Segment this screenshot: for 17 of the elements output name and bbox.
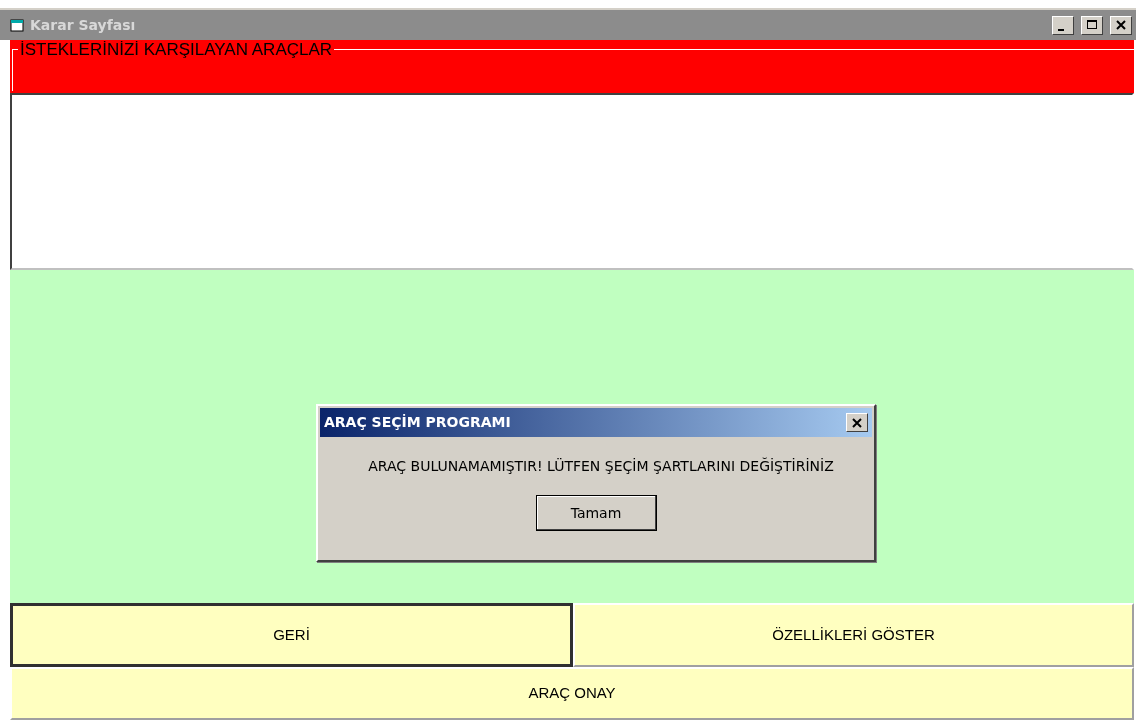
close-icon [1115, 19, 1127, 31]
action-button[interactable]: GERİ [10, 603, 573, 667]
window-title: Karar Sayfası [30, 15, 137, 35]
close-button[interactable] [1110, 15, 1132, 35]
frame-caption: İSTEKLERİNİZİ KARŞILAYAN ARAÇLAR [18, 40, 335, 60]
minimize-button[interactable] [1052, 15, 1074, 35]
close-button[interactable] [846, 413, 868, 432]
dialog-title: ARAÇ SEÇİM PROGRAMI [324, 413, 512, 432]
minimize-icon [1058, 28, 1064, 31]
ok-button[interactable]: Tamam [535, 495, 657, 531]
maximize-icon [1086, 19, 1098, 31]
window-icon [10, 18, 24, 32]
action-button[interactable]: ÖZELLİKLERİ GÖSTER [573, 603, 1134, 667]
action-button[interactable]: ARAÇ ONAY [10, 667, 1134, 720]
maximize-button[interactable] [1081, 15, 1103, 35]
dialog-message: ARAÇ BULUNAMAMIŞTIR! LÜTFEN ŞEÇİM ŞARTLARINI DEĞİŞTİRİNİZ [367, 456, 835, 476]
close-icon [851, 416, 863, 429]
